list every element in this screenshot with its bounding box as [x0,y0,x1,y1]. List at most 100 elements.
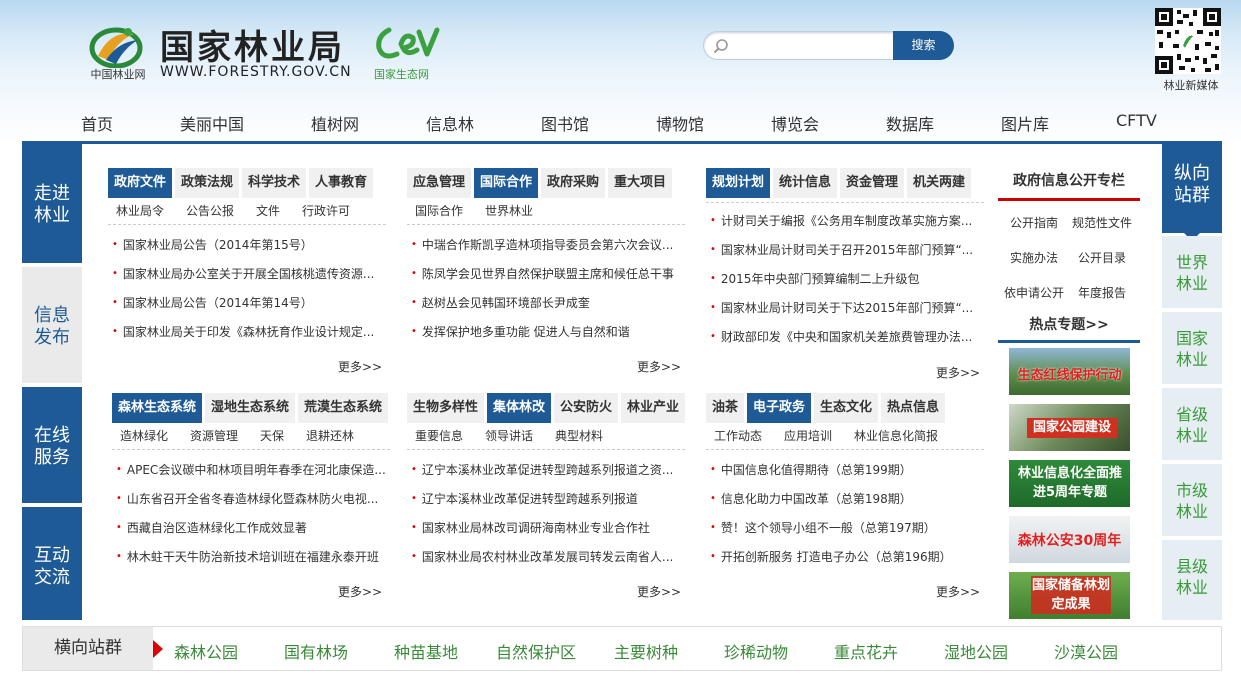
nav-cftv[interactable]: CFTV [1116,111,1157,130]
panel-tab[interactable]: 人事教育 [309,168,374,198]
more-link[interactable]: 更多>> [936,583,980,600]
nav-beautiful-china[interactable]: 美丽中国 [180,111,244,135]
more-link[interactable]: 更多>> [936,364,980,381]
site-county-forestry[interactable]: 县级 林业 [1162,540,1222,620]
news-item[interactable]: 国家林业局关于印发《森林抚育作业设计规定... [112,317,388,346]
sidebar-item-info-release[interactable]: 信息 发布 [22,267,82,383]
news-item[interactable]: 国家林业局办公室关于开展全国核桃遗传资源... [112,259,388,288]
subcategory-link[interactable]: 国际合作 [415,204,463,218]
eco-network-logo-icon[interactable] [375,22,441,64]
subcategory-link[interactable]: 行政许可 [302,204,350,218]
site-national-forestry[interactable]: 国家 林业 [1162,312,1222,384]
panel-tab[interactable]: 国际合作 [474,168,539,198]
subcategory-link[interactable]: 典型材料 [555,429,603,443]
more-link[interactable]: 更多>> [637,583,681,600]
panel-tab[interactable]: 应急管理 [407,168,472,198]
panel-tab[interactable]: 公安防火 [554,393,619,423]
news-item[interactable]: 国家林业局公告（2014年第15号） [112,230,388,259]
news-item[interactable]: 财政部印发《中央和国家机关差旅费管理办法... [710,322,986,351]
nav-home[interactable]: 首页 [81,111,113,135]
panel-tab[interactable]: 集体林改 [487,393,552,423]
news-item[interactable]: 中瑞合作斯凯孚造林项指导委员会第六次会议... [411,230,687,259]
panel-tab[interactable]: 林业产业 [621,393,686,423]
news-item[interactable]: 林木蛀干天牛防治新技术培训班在福建永泰开班 [116,542,392,571]
hot-topic-forest-police[interactable]: 森林公安30周年 [1009,516,1130,563]
panel-tab[interactable]: 政府采购 [541,168,606,198]
site-wetland-park[interactable]: 湿地公园 [944,639,1008,663]
hot-topics-title[interactable]: 热点专题>> [998,313,1140,343]
panel-tab[interactable]: 荒漠生态系统 [298,393,389,423]
news-item[interactable]: 赞！这个领导小组不一般（总第197期） [710,513,986,542]
subcategory-link[interactable]: 公告公报 [186,204,234,218]
panel-tab[interactable]: 油茶 [706,393,745,423]
news-item[interactable]: 山东省召开全省冬春造林绿化暨森林防火电视... [116,484,392,513]
news-item[interactable]: 国家林业局公告（2014年第14号） [112,288,388,317]
panel-tab[interactable]: 重大项目 [608,168,673,198]
gov-link-catalog[interactable]: 公开目录 [1078,249,1126,266]
subcategory-link[interactable]: 造林绿化 [120,429,168,443]
sidebar-item-interaction[interactable]: 互动 交流 [22,507,82,620]
news-item[interactable]: 国家林业局计财司关于下达2015年部门预算“... [710,293,986,322]
subcategory-link[interactable]: 领导讲话 [485,429,533,443]
nav-info-forest[interactable]: 信息林 [426,111,474,135]
nav-museum[interactable]: 博物馆 [656,111,704,135]
news-item[interactable]: 国家林业局农村林业改革发展司转发云南省人... [411,542,687,571]
site-state-forest-farm[interactable]: 国有林场 [284,639,348,663]
site-city-forestry[interactable]: 市级 林业 [1162,464,1222,536]
site-nature-reserve[interactable]: 自然保护区 [496,639,576,663]
search-button[interactable]: 搜索 [893,31,954,60]
news-item[interactable]: 2015年中央部门预算编制二上升级包 [710,264,986,293]
nav-expo[interactable]: 博览会 [771,111,819,135]
nav-library[interactable]: 图书馆 [541,111,589,135]
panel-tab[interactable]: 统计信息 [773,168,838,198]
panel-tab[interactable]: 机关两建 [907,168,972,198]
news-item[interactable]: 国家林业局计财司关于召开2015年部门预算“... [710,235,986,264]
panel-tab[interactable]: 政府文件 [108,168,173,198]
news-item[interactable]: 开拓创新服务 打造电子办公（总第196期） [710,542,986,571]
panel-tab[interactable]: 生态文化 [814,393,879,423]
subcategory-link[interactable]: 林业局令 [116,204,164,218]
search-input[interactable] [703,31,895,60]
gov-link-measures[interactable]: 实施办法 [1010,249,1058,266]
panel-tab[interactable]: 生物多样性 [407,393,485,423]
hot-topic-ecological-redline[interactable]: 生态红线保护行动 [1009,348,1130,395]
nav-tree-planting[interactable]: 植树网 [311,111,359,135]
site-rare-animals[interactable]: 珍稀动物 [724,639,788,663]
site-forest-park[interactable]: 森林公园 [174,639,238,663]
news-item[interactable]: 中国信息化值得期待（总第199期） [710,455,986,484]
subcategory-link[interactable]: 工作动态 [714,429,762,443]
hot-topic-forestry-informatization[interactable]: 林业信息化全面推进5周年专题 [1009,460,1130,507]
news-item[interactable]: APEC会议碳中和林项目明年春季在河北康保造... [116,455,392,484]
panel-tab[interactable]: 政策法规 [175,168,240,198]
panel-tab[interactable]: 湿地生态系统 [205,393,296,423]
news-item[interactable]: 陈凤学会见世界自然保护联盟主席和候任总干事 [411,259,687,288]
more-link[interactable]: 更多>> [338,358,382,375]
site-main-tree-species[interactable]: 主要树种 [614,639,678,663]
panel-tab[interactable]: 资金管理 [840,168,905,198]
panel-tab[interactable]: 电子政务 [747,393,812,423]
news-item[interactable]: 西藏自治区造林绿化工作成效显著 [116,513,392,542]
more-link[interactable]: 更多>> [637,358,681,375]
panel-tab[interactable]: 森林生态系统 [112,393,203,423]
hot-topic-national-park[interactable]: 国家公园建设 [1009,404,1130,451]
nav-photo-library[interactable]: 图片库 [1001,111,1049,135]
gov-link-annual-report[interactable]: 年度报告 [1078,284,1126,301]
site-seedling-base[interactable]: 种苗基地 [394,639,458,663]
subcategory-link[interactable]: 退耕还林 [306,429,354,443]
subcategory-link[interactable]: 重要信息 [415,429,463,443]
more-link[interactable]: 更多>> [338,583,382,600]
news-item[interactable]: 辽宁本溪林业改革促进转型跨越系列报道 [411,484,687,513]
news-item[interactable]: 计财司关于编报《公务用车制度改革实施方案... [710,206,986,235]
nav-database[interactable]: 数据库 [886,111,934,135]
subcategory-link[interactable]: 文件 [256,204,280,218]
subcategory-link[interactable]: 林业信息化简报 [854,429,938,443]
panel-tab[interactable]: 科学技术 [242,168,307,198]
news-item[interactable]: 国家林业局林改司调研海南林业专业合作社 [411,513,687,542]
site-desert-park[interactable]: 沙漠公园 [1054,639,1118,663]
subcategory-link[interactable]: 资源管理 [190,429,238,443]
sidebar-item-about-forestry[interactable]: 走进 林业 [22,143,82,263]
site-world-forestry[interactable]: 世界 林业 [1162,236,1222,308]
news-item[interactable]: 发挥保护地多重功能 促进人与自然和谐 [411,317,687,346]
gov-link-normative-docs[interactable]: 规范性文件 [1072,214,1132,231]
sidebar-item-online-service[interactable]: 在线 服务 [22,387,82,503]
